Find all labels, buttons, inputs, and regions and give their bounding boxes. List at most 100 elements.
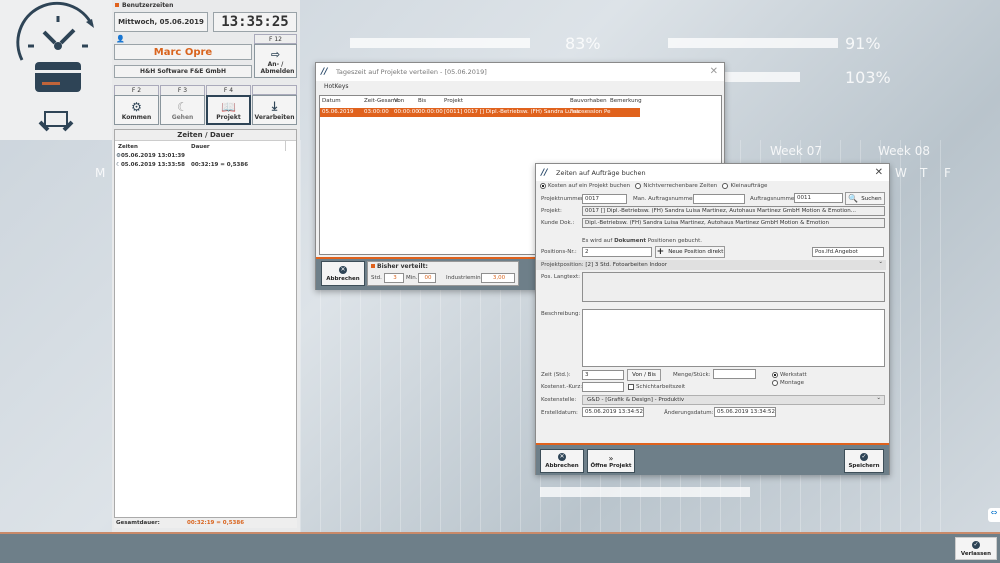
time-value: 05.06.2019 13:01:39 <box>120 153 186 159</box>
time-value: 05.06.2019 13:33:58 <box>120 162 186 168</box>
clock-card-icon <box>16 1 94 132</box>
check-circle-icon: ✓ <box>972 540 980 549</box>
table-cell: [0011] 0017 [] Dipl.-Betriebsw. (FH) San… <box>444 109 580 115</box>
exit-button[interactable]: ✓ Verlassen <box>955 537 997 560</box>
pos-offer-field[interactable]: Pos.lfd.Angebot <box>812 247 884 257</box>
radio-label: Kleinaufträge <box>730 183 768 189</box>
std-label: Std. <box>371 275 382 281</box>
column-header[interactable]: Bemerkung <box>610 98 642 104</box>
longtext-field[interactable] <box>582 272 885 302</box>
bg-day: T <box>920 166 928 180</box>
kommen-button[interactable]: ⚙ Kommen <box>114 95 159 125</box>
open-project-button[interactable]: » Öffne Projekt <box>587 449 635 473</box>
company-name: H&H Software F&E GmbH <box>114 65 252 78</box>
description-textarea[interactable] <box>582 309 885 367</box>
times-list[interactable]: Zeiten / Dauer Zeiten Dauer ⚙05.06.2019 … <box>114 129 297 518</box>
save-label: Speichern <box>848 463 880 469</box>
download-icon: ⤓ <box>271 99 278 113</box>
modified-label: Änderungsdatum: <box>664 410 714 416</box>
user-name: Marc Opre <box>114 44 252 60</box>
kommen-label: Kommen <box>121 113 152 121</box>
projekt-label: Projekt <box>216 113 241 121</box>
radio-assembly[interactable]: Montage <box>772 378 804 388</box>
remote-support-icon[interactable]: ⇔ <box>988 508 1000 522</box>
dialog-titlebar: // Zeiten auf Aufträge buchen ✕ <box>536 164 889 181</box>
booking-info: Es wird auf Dokument Positionen gebucht. <box>582 236 702 246</box>
panel-header-text: Benutzerzeiten <box>122 2 174 9</box>
empty-key-label <box>252 85 297 95</box>
bg-week: Week 08 <box>878 144 930 158</box>
posnr-label: Positions-Nr.: <box>541 249 577 255</box>
min-label: Min. <box>406 275 418 281</box>
plus-icon: + <box>656 247 665 257</box>
bg-day: W <box>895 166 907 180</box>
costcenter-short-label: Kostenst.-Kurz: <box>541 384 583 390</box>
table-row[interactable]: 05.06.2019 03:00:00 00:00:00 00:00:00 [0011]… <box>320 108 640 117</box>
radio-small-orders[interactable]: Kleinaufträge <box>722 182 768 189</box>
table-cell: 03:00:00 <box>364 109 389 115</box>
login-logout-button[interactable]: ⇨ An- / Abmelden <box>254 44 297 78</box>
projekt-button[interactable]: 📖 Projekt <box>206 95 251 125</box>
column-header[interactable]: Datum <box>322 98 341 104</box>
posnr-input[interactable]: 2 <box>582 247 652 257</box>
book-times-dialog: // Zeiten auf Aufträge buchen ✕ Kosten auf… <box>535 163 890 475</box>
search-button[interactable]: 🔍 Suchen <box>845 192 885 205</box>
app-logo <box>0 0 112 140</box>
column-header[interactable]: Von <box>394 98 404 104</box>
project-position-select[interactable]: Projektposition: [2] 3 Std. Fotoarbeiten… <box>536 258 886 270</box>
date-display: Mittwoch, 05.06.2019 <box>114 12 208 32</box>
verarbeiten-button[interactable]: ⤓ Verarbeiten <box>252 95 297 125</box>
summary-title-text: Bisher verteilt: <box>377 263 428 270</box>
shift-checkbox[interactable]: Schichtarbeitszeit <box>628 382 685 392</box>
table-cell: Fotosession Pe <box>570 109 611 115</box>
costcenter-short-input[interactable] <box>582 382 624 392</box>
user-icon: 👤 <box>116 35 125 43</box>
check-circle-icon: ✓ <box>860 453 868 461</box>
close-circle-icon: ✕ <box>339 265 347 274</box>
modified-field: 05.06.2019 13:34:52 <box>714 407 776 417</box>
cancel-button[interactable]: ✕ Abbrechen <box>540 449 584 473</box>
bg-day: M <box>95 166 106 180</box>
costcenter-select[interactable]: G&D - [Grafik & Design] - Produktiv <box>582 394 885 405</box>
projnr-label: Projektnummer: <box>541 196 586 202</box>
list-item[interactable]: ⚙05.06.2019 13:01:39 <box>116 153 185 159</box>
total-duration: Gesamtdauer: 00:32:19 = 0,5386 <box>114 518 297 528</box>
close-icon[interactable]: ✕ <box>875 167 883 178</box>
gehen-label: Gehen <box>171 113 194 121</box>
table-header: Datum Zeit-Gesamt Von Bis Projekt Bauvorhaben… <box>320 98 642 107</box>
man-order-input[interactable] <box>693 194 745 204</box>
search-label: Suchen <box>861 195 882 202</box>
app-logo-icon: // <box>541 168 548 178</box>
cancel-button[interactable]: ✕ Abbrechen <box>321 261 365 286</box>
new-position-button[interactable]: + Neue Position direkt <box>655 246 725 258</box>
gehen-button[interactable]: ☾ Gehen <box>160 95 205 125</box>
column-header[interactable]: Bauvorhaben <box>570 98 607 104</box>
order-input[interactable]: 0011 <box>794 193 843 203</box>
man-order-label: Man. Auftragsnummer: <box>633 196 697 202</box>
menu-hotkeys[interactable]: HotKeys <box>324 83 349 90</box>
distributed-summary: Bisher verteilt: Std. 3 Min. 00 Industri… <box>367 261 519 286</box>
time-input[interactable]: 3 <box>582 370 624 380</box>
radio-project[interactable]: Kosten auf ein Projekt buchen <box>540 182 630 189</box>
column-header[interactable]: Bis <box>418 98 426 104</box>
bg-percent: 83% <box>565 34 601 53</box>
dialog-titlebar: // Tageszeit auf Projekte verteilen - [05… <box>316 63 724 81</box>
cancel-label: Abbrechen <box>326 275 360 282</box>
bg-bar <box>350 38 530 48</box>
industry-min-label: Industriemin. <box>446 275 483 281</box>
quantity-input[interactable] <box>713 369 756 379</box>
from-to-button[interactable]: Von / Bis <box>627 369 661 381</box>
close-icon[interactable]: ✕ <box>710 66 718 77</box>
list-item[interactable]: ☾05.06.2019 13:33:58 00:32:19 = 0,5386 <box>116 162 296 168</box>
column-header[interactable]: Projekt <box>444 98 463 104</box>
exit-label: Verlassen <box>960 550 992 557</box>
projnr-input[interactable]: 0017 <box>582 194 627 204</box>
save-button[interactable]: ✓ Speichern <box>844 449 884 473</box>
clock-display: 13:35:25 <box>213 12 297 32</box>
duration-value: 00:32:19 = 0,5386 <box>191 162 249 168</box>
projpos-label: Projektposition: <box>541 262 584 268</box>
radio-label: Montage <box>780 380 804 386</box>
projpos-value: [2] 3 Std. Fotoarbeiten Indoor <box>585 262 668 268</box>
chevrons-right-icon: » <box>608 453 614 463</box>
radio-nonbillable[interactable]: Nichtverrechenbare Zeiten <box>635 182 717 189</box>
